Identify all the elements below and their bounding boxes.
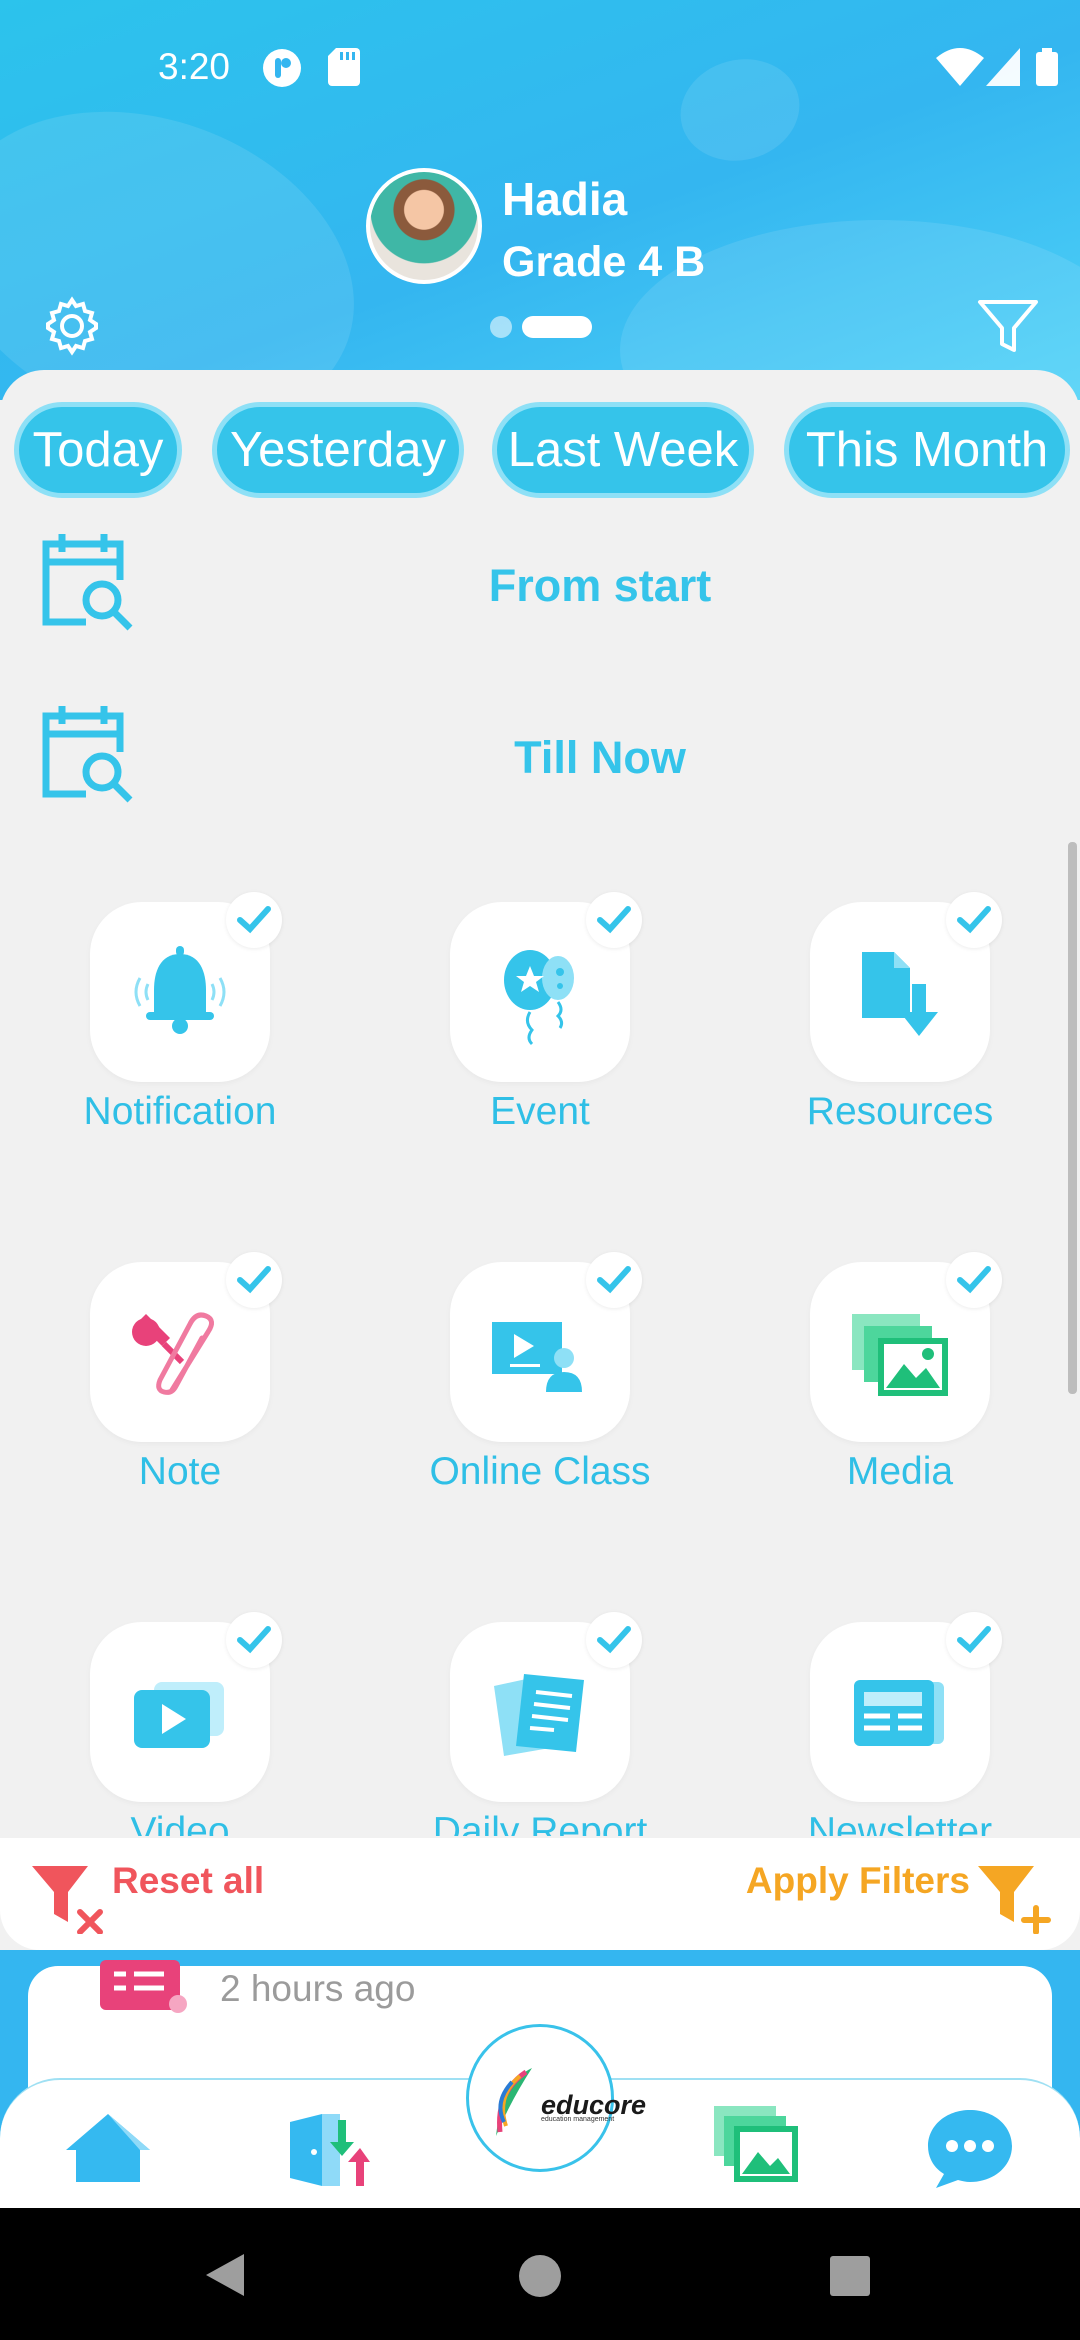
file-download-icon bbox=[862, 952, 938, 1036]
to-date-label[interactable]: Till Now bbox=[340, 732, 860, 784]
category-grid[interactable]: Notification Event Resources Note Online… bbox=[0, 860, 1080, 1836]
apply-filter-icon[interactable] bbox=[976, 1862, 1056, 1934]
checkmark-icon bbox=[237, 1266, 271, 1294]
media-check[interactable] bbox=[946, 1252, 1002, 1308]
category-label-media: Media bbox=[846, 1450, 954, 1493]
settings-gear-icon[interactable] bbox=[40, 294, 104, 358]
signal-icon bbox=[986, 48, 1020, 86]
chip-this-month[interactable]: This Month bbox=[784, 402, 1070, 498]
checkmark-icon bbox=[237, 1626, 271, 1654]
status-time: 3:20 bbox=[158, 46, 231, 87]
chip-yesterday[interactable]: Yesterday bbox=[212, 402, 464, 498]
status-bar: 3:20 bbox=[0, 0, 1080, 135]
video-play-icon bbox=[134, 1682, 224, 1748]
home-system-icon[interactable] bbox=[518, 2254, 562, 2298]
chip-last-week[interactable]: Last Week bbox=[492, 402, 754, 498]
recents-icon[interactable] bbox=[830, 2256, 870, 2296]
event-check[interactable] bbox=[586, 892, 642, 948]
feather-logo-icon bbox=[496, 2068, 532, 2136]
reset-all-button[interactable]: Reset all bbox=[112, 1860, 264, 1902]
bell-icon bbox=[134, 946, 226, 1034]
daily-report-check[interactable] bbox=[586, 1612, 642, 1668]
category-label-video: Video bbox=[130, 1810, 230, 1836]
report-icon bbox=[494, 1674, 584, 1756]
category-label-online-class: Online Class bbox=[429, 1450, 651, 1493]
filter-icon[interactable] bbox=[976, 294, 1040, 358]
balloons-icon bbox=[504, 950, 574, 1046]
checkmark-icon bbox=[597, 1266, 631, 1294]
from-date-label[interactable]: From start bbox=[340, 560, 860, 612]
checkmark-icon bbox=[957, 1266, 991, 1294]
calendar-search-icon[interactable] bbox=[38, 702, 136, 806]
video-check[interactable] bbox=[226, 1612, 282, 1668]
chip-today[interactable]: Today bbox=[14, 402, 182, 498]
resources-check[interactable] bbox=[946, 892, 1002, 948]
battery-icon bbox=[1036, 48, 1058, 86]
page-indicator-active[interactable] bbox=[522, 316, 592, 338]
attendance-door-icon[interactable] bbox=[286, 2112, 370, 2188]
student-grade: Grade 4 B bbox=[502, 238, 706, 286]
note-check[interactable] bbox=[226, 1252, 282, 1308]
sd-card-icon bbox=[328, 48, 360, 86]
feed-timestamp: 2 hours ago bbox=[220, 1968, 416, 2009]
page-indicator-dot[interactable] bbox=[490, 316, 512, 338]
student-avatar[interactable] bbox=[366, 168, 482, 284]
category-label-resources: Resources bbox=[806, 1090, 994, 1133]
wifi-icon bbox=[936, 48, 984, 86]
checkmark-icon bbox=[597, 906, 631, 934]
home-icon[interactable] bbox=[64, 2112, 152, 2184]
student-name: Hadia bbox=[502, 173, 628, 225]
checkmark-icon bbox=[957, 1626, 991, 1654]
checkmark-icon bbox=[597, 1626, 631, 1654]
scrollbar[interactable] bbox=[1068, 842, 1077, 1394]
back-icon[interactable] bbox=[204, 2252, 246, 2298]
report-feed-icon bbox=[100, 1960, 187, 2013]
category-label-newsletter: Newsletter bbox=[807, 1810, 993, 1836]
checkmark-icon bbox=[237, 906, 271, 934]
newsletter-check[interactable] bbox=[946, 1612, 1002, 1668]
category-label-note: Note bbox=[138, 1450, 222, 1493]
system-navigation-bar bbox=[0, 2208, 1080, 2340]
pin-paperclip-icon bbox=[132, 1312, 214, 1395]
online-class-icon bbox=[492, 1322, 582, 1392]
online-class-check[interactable] bbox=[586, 1252, 642, 1308]
calendar-search-icon[interactable] bbox=[38, 530, 136, 634]
checkmark-icon bbox=[957, 906, 991, 934]
reset-filter-icon[interactable] bbox=[30, 1862, 110, 1934]
notification-check[interactable] bbox=[226, 892, 282, 948]
category-label-event: Event bbox=[490, 1090, 590, 1133]
logo-tagline: education management bbox=[541, 2116, 615, 2123]
app-notification-icon bbox=[263, 49, 301, 87]
newsletter-icon bbox=[854, 1680, 944, 1746]
gallery-nav-icon[interactable] bbox=[712, 2104, 800, 2184]
apply-filters-button[interactable]: Apply Filters bbox=[740, 1860, 970, 1902]
chat-icon[interactable] bbox=[926, 2108, 1014, 2190]
category-label-notification: Notification bbox=[83, 1090, 277, 1133]
gallery-icon bbox=[852, 1314, 948, 1396]
category-label-daily-report: Daily Report bbox=[432, 1810, 648, 1836]
